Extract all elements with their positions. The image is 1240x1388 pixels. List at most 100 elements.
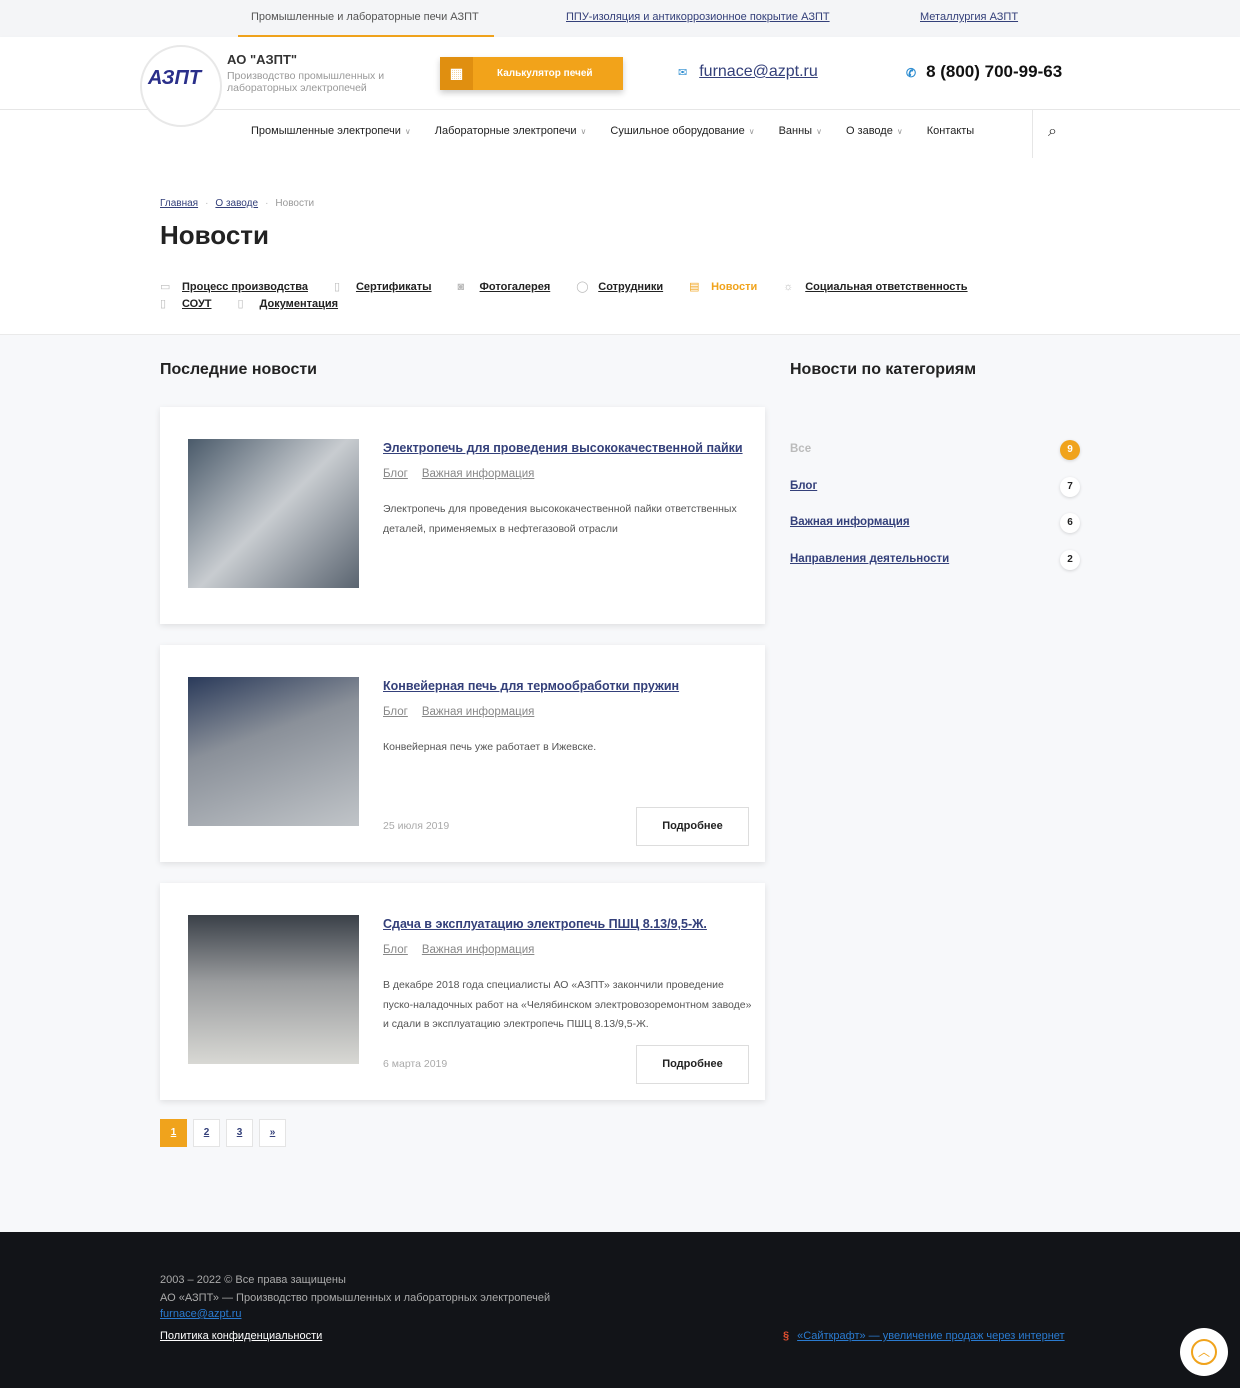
site-switcher: Промышленные и лабораторные печи АЗПТ ПП… xyxy=(0,0,1240,37)
document-icon: ▯ xyxy=(237,298,244,310)
page-1[interactable]: 1 xyxy=(160,1119,187,1147)
news-tags: Блог Важная информация xyxy=(383,468,548,480)
breadcrumb: Главная · О заводе · Новости xyxy=(160,198,315,209)
next-page[interactable]: » xyxy=(259,1119,286,1147)
sun-icon: ☼ xyxy=(783,281,794,293)
news-image[interactable] xyxy=(188,677,359,826)
calculator-icon: ▦ xyxy=(440,57,473,90)
subnav-staff[interactable]: ◯ Сотрудники xyxy=(576,280,663,293)
phone-icon: ✆ xyxy=(906,66,917,80)
news-title[interactable]: Сдача в эксплуатацию электропечь ПШЦ 8.1… xyxy=(383,917,707,931)
tag[interactable]: Блог xyxy=(383,706,408,718)
main-nav: Промышленные электропечи ∨ Лабораторные э… xyxy=(251,125,998,137)
nav-contacts[interactable]: Контакты xyxy=(927,125,975,137)
chevron-up-icon: ︿ xyxy=(1191,1339,1217,1366)
category-important[interactable]: Важная информация 6 xyxy=(790,513,1080,550)
latest-news-heading: Последние новости xyxy=(160,361,318,378)
subnav-docs[interactable]: ▯ Документация xyxy=(238,297,339,310)
subnav-news[interactable]: ▤ Новости xyxy=(689,280,757,293)
search-icon[interactable]: ⌕ xyxy=(1048,123,1057,141)
news-excerpt: Электропечь для проведения высококачеств… xyxy=(383,503,737,535)
header-email: ✉ furnace@azpt.ru xyxy=(678,63,818,81)
count-badge: 2 xyxy=(1060,549,1080,570)
company-name: АО "АЗПТ" xyxy=(227,52,298,67)
mail-icon: ✉ xyxy=(678,67,688,79)
email-link[interactable]: furnace@azpt.ru xyxy=(699,63,818,80)
phone-number[interactable]: 8 (800) 700-99-63 xyxy=(926,62,1062,81)
category-blog[interactable]: Блог 7 xyxy=(790,476,1080,514)
document-icon: ▯ xyxy=(160,298,167,310)
breadcrumb-current: Новости xyxy=(275,198,315,209)
pagination: 1 2 3 » xyxy=(160,1119,286,1147)
tag[interactable]: Важная информация xyxy=(422,706,535,718)
header: АЗПТ АО "АЗПТ" Производство промышленных… xyxy=(0,37,1240,158)
nav-laboratory[interactable]: Лабораторные электропечи ∨ xyxy=(435,125,587,137)
site-link-metallurgy[interactable]: Металлургия АЗПТ xyxy=(920,11,1018,23)
copyright: 2003 – 2022 © Все права защищены xyxy=(160,1274,346,1286)
nav-industrial[interactable]: Промышленные электропечи ∨ xyxy=(251,125,411,137)
chevron-down-icon: ∨ xyxy=(404,127,411,136)
breadcrumb-about[interactable]: О заводе xyxy=(215,198,258,209)
site-link-furnaces[interactable]: Промышленные и лабораторные печи АЗПТ xyxy=(251,11,479,23)
categories-heading: Новости по категориям xyxy=(790,361,977,378)
news-date: 25 июля 2019 xyxy=(383,820,450,832)
count-badge: 7 xyxy=(1060,476,1080,497)
subnav-certificates[interactable]: ▯ Сертификаты xyxy=(334,280,432,293)
privacy-policy-link[interactable]: Политика конфиденциальности xyxy=(160,1330,322,1342)
calculator-button[interactable]: ▦ Калькулятор печей xyxy=(440,57,623,90)
chevron-down-icon: ∨ xyxy=(748,127,755,136)
more-button[interactable]: Подробнее xyxy=(636,807,749,846)
category-all[interactable]: Все 9 xyxy=(790,440,1080,477)
chevron-down-icon: ∨ xyxy=(580,127,587,136)
logo-text: АЗПТ xyxy=(148,67,202,89)
news-excerpt: Конвейерная печь уже работает в Ижевске. xyxy=(383,741,597,753)
news-title[interactable]: Конвейерная печь для термообработки пруж… xyxy=(383,679,679,693)
nav-baths[interactable]: Ванны ∨ xyxy=(779,125,822,137)
news-card: Сдача в эксплуатацию электропечь ПШЦ 8.1… xyxy=(160,883,765,1100)
nav-drying[interactable]: Сушильное оборудование ∨ xyxy=(610,125,754,137)
news-card: Конвейерная печь для термообработки пруж… xyxy=(160,645,765,862)
chevron-down-icon: ∨ xyxy=(896,127,903,136)
saitkraft-logo-icon: § xyxy=(783,1330,790,1342)
page-3[interactable]: 3 xyxy=(226,1119,253,1147)
news-tags: Блог Важная информация xyxy=(383,706,548,718)
calculator-label: Калькулятор печей xyxy=(497,68,593,79)
user-icon: ◯ xyxy=(576,281,589,293)
page-title: Новости xyxy=(160,220,270,250)
nav-about[interactable]: О заводе ∨ xyxy=(846,125,903,137)
logo[interactable]: АЗПТ xyxy=(140,45,222,127)
tag[interactable]: Блог xyxy=(383,468,408,480)
news-card: Электропечь для проведения высококачеств… xyxy=(160,407,765,624)
brand: АО "АЗПТ" Производство промышленных и ла… xyxy=(227,52,397,94)
tag[interactable]: Важная информация xyxy=(422,468,535,480)
developer-credit: § «Сайткрафт» — увеличение продаж через и… xyxy=(783,1330,1065,1342)
nav-divider xyxy=(1032,110,1033,158)
tag[interactable]: Важная информация xyxy=(422,944,535,956)
chevron-down-icon: ∨ xyxy=(816,127,822,136)
news-date: 6 марта 2019 xyxy=(383,1058,448,1070)
subnav-social[interactable]: ☼ Социальная ответственность xyxy=(783,281,967,293)
header-phone: ✆ 8 (800) 700-99-63 xyxy=(906,62,1062,82)
count-badge: 6 xyxy=(1060,513,1080,533)
news-excerpt: В декабре 2018 года специалисты АО «АЗПТ… xyxy=(383,979,752,1030)
subnav-production[interactable]: ▭ Процесс производства xyxy=(160,280,308,293)
more-button[interactable]: Подробнее xyxy=(636,1045,749,1084)
developer-link[interactable]: «Сайткрафт» — увеличение продаж через ин… xyxy=(797,1330,1064,1342)
subnav-sout[interactable]: ▯ СОУТ xyxy=(160,297,212,310)
news-title[interactable]: Электропечь для проведения высококачеств… xyxy=(383,441,743,455)
news-image[interactable] xyxy=(188,915,359,1064)
tag[interactable]: Блог xyxy=(383,944,408,956)
breadcrumb-home[interactable]: Главная xyxy=(160,198,198,209)
page-2[interactable]: 2 xyxy=(193,1119,220,1147)
comment-icon: ▭ xyxy=(160,281,171,293)
document-icon: ▯ xyxy=(333,281,341,293)
section-nav: ▭ Процесс производства ▯ Сертификаты ◙ Фотога… xyxy=(160,280,1020,314)
site-link-ppu[interactable]: ППУ-изоляция и антикоррозионное покрытие… xyxy=(566,11,830,23)
category-list: Все 9 Блог 7 Важная информация 6 Направлени… xyxy=(790,440,1080,586)
footer-email[interactable]: furnace@azpt.ru xyxy=(160,1308,242,1320)
news-image[interactable] xyxy=(188,439,359,588)
subnav-gallery[interactable]: ◙ Фотогалерея xyxy=(458,281,551,293)
category-directions[interactable]: Направления деятельности 2 xyxy=(790,549,1080,587)
footer-company: АО «АЗПТ» — Производство промышленных и … xyxy=(160,1292,551,1304)
scroll-to-top-button[interactable]: ︿ xyxy=(1180,1328,1228,1376)
